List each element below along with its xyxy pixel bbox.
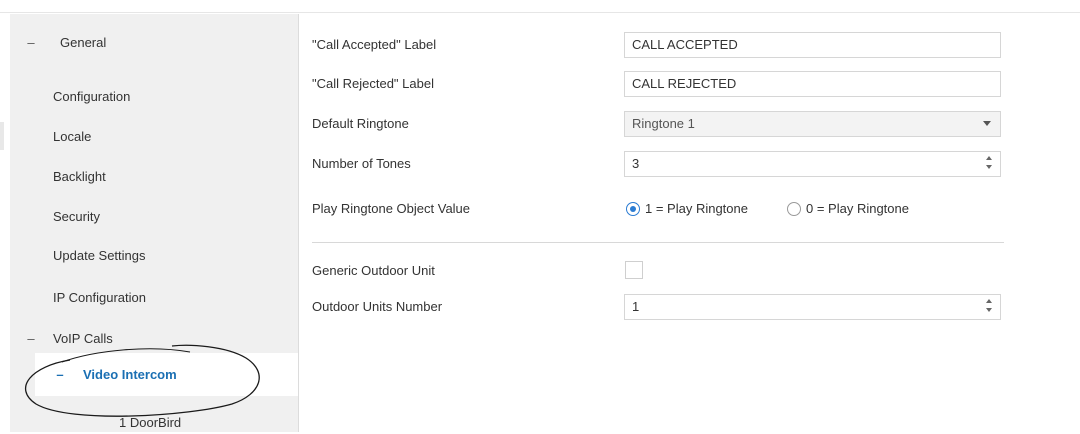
- sidebar-item-label: VoIP Calls: [53, 331, 113, 346]
- sidebar-item-label: 1 DoorBird: [119, 415, 182, 430]
- number-of-tones-label: Number of Tones: [312, 156, 411, 171]
- sidebar-item-label: Locale: [53, 129, 92, 144]
- collapse-icon[interactable]: –: [26, 328, 36, 350]
- sidebar-item-update-settings[interactable]: Update Settings: [10, 245, 298, 267]
- sidebar-item-general[interactable]: – General: [10, 32, 298, 54]
- sidebar-item-doorbird[interactable]: 1 DoorBird: [10, 412, 298, 434]
- number-of-tones-value: 3: [632, 156, 640, 171]
- sidebar-item-locale[interactable]: Locale: [10, 126, 298, 148]
- call-accepted-input[interactable]: CALL ACCEPTED: [624, 32, 1001, 58]
- sidebar-item-video-intercom[interactable]: – Video Intercom: [35, 353, 298, 396]
- spinner-icon[interactable]: [986, 299, 994, 315]
- call-accepted-label: "Call Accepted" Label: [312, 37, 437, 52]
- sidebar-item-label: Backlight: [53, 169, 106, 184]
- sidebar-item-label: Video Intercom: [83, 367, 177, 382]
- top-divider: [0, 12, 1080, 13]
- radio-label-1[interactable]: 1 = Play Ringtone: [645, 198, 748, 220]
- chevron-down-icon[interactable]: [983, 121, 991, 126]
- sidebar-item-configuration[interactable]: Configuration: [10, 86, 298, 108]
- radio-play-ringtone-1[interactable]: [626, 202, 640, 216]
- sidebar-item-label: Update Settings: [53, 248, 146, 263]
- sidebar-item-label: Security: [53, 209, 100, 224]
- default-ringtone-value: Ringtone 1: [632, 116, 695, 131]
- outdoor-units-number-label: Outdoor Units Number: [312, 299, 443, 314]
- number-of-tones-stepper[interactable]: 3: [624, 151, 1001, 177]
- outdoor-units-number-value: 1: [632, 299, 640, 314]
- collapse-icon[interactable]: –: [55, 364, 65, 386]
- collapse-icon[interactable]: –: [26, 32, 36, 54]
- play-ringtone-label: Play Ringtone Object Value: [312, 201, 471, 216]
- outdoor-units-number-stepper[interactable]: 1: [624, 294, 1001, 320]
- section-divider: [312, 242, 1004, 243]
- sidebar-item-label: IP Configuration: [53, 290, 146, 305]
- call-rejected-label: "Call Rejected" Label: [312, 76, 434, 91]
- sidebar-item-backlight[interactable]: Backlight: [10, 166, 298, 188]
- default-ringtone-label: Default Ringtone: [312, 116, 409, 131]
- sidebar-item-label: General: [60, 35, 107, 50]
- sidebar-item-label: Configuration: [53, 89, 131, 104]
- radio-label-0[interactable]: 0 = Play Ringtone: [806, 198, 909, 220]
- spinner-icon[interactable]: [986, 156, 994, 172]
- window-edge: [0, 122, 4, 150]
- sidebar-item-ip-configuration[interactable]: IP Configuration: [10, 287, 298, 309]
- generic-outdoor-unit-label: Generic Outdoor Unit: [312, 263, 435, 278]
- default-ringtone-select[interactable]: Ringtone 1: [624, 111, 1001, 137]
- call-rejected-input[interactable]: CALL REJECTED: [624, 71, 1001, 97]
- radio-play-ringtone-0[interactable]: [787, 202, 801, 216]
- sidebar-item-voip-calls[interactable]: – VoIP Calls: [10, 328, 298, 350]
- sidebar-item-security[interactable]: Security: [10, 206, 298, 228]
- generic-outdoor-unit-checkbox[interactable]: [625, 261, 643, 279]
